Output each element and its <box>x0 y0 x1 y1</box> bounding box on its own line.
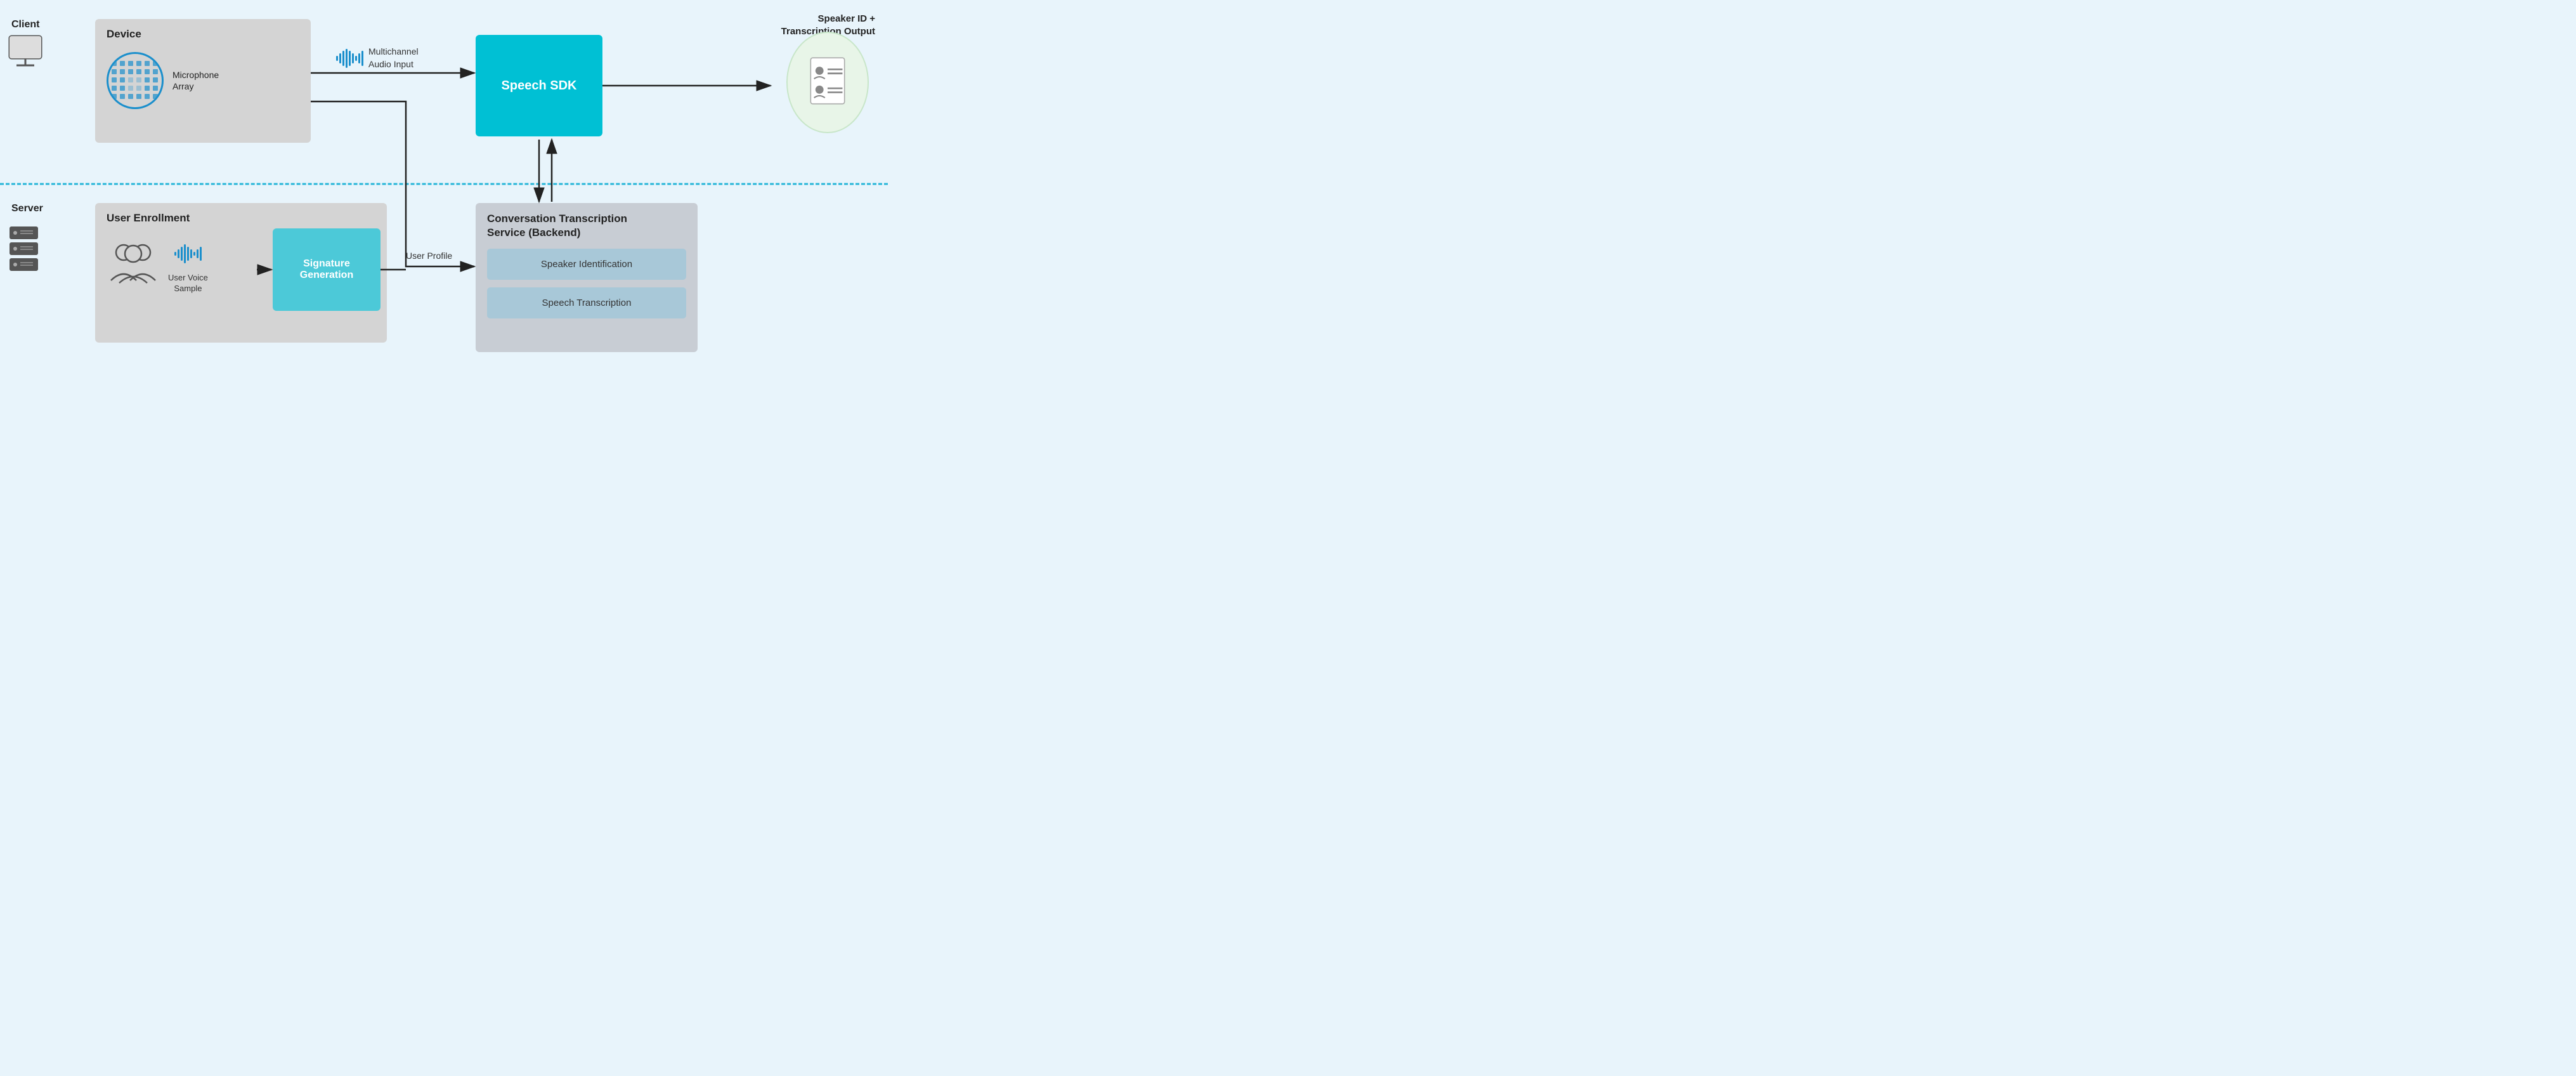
people-icon-area <box>108 241 165 295</box>
speech-sdk-box: Speech SDK <box>476 35 602 136</box>
device-box-title: Device <box>107 28 299 41</box>
voice-sample-area <box>174 244 202 263</box>
waveform-icon <box>336 49 363 68</box>
doc-icon <box>805 56 850 110</box>
speech-sdk-title: Speech SDK <box>502 79 577 93</box>
multichannel-label: MultichannelAudio Input <box>368 46 419 70</box>
diagram: Client Server Device <box>0 0 888 368</box>
sig-gen-box: SignatureGeneration <box>273 228 381 311</box>
sig-gen-title: SignatureGeneration <box>295 258 358 281</box>
server-icon <box>6 225 41 276</box>
mic-circle <box>107 52 164 109</box>
output-box <box>786 32 869 133</box>
zone-divider <box>0 183 888 185</box>
voice-waveform-icon <box>174 244 202 263</box>
user-profile-label: User Profile <box>406 251 452 261</box>
client-label: Client <box>11 19 39 30</box>
enrollment-box-title: User Enrollment <box>107 212 375 225</box>
device-box: Device MicrophoneArray <box>95 19 311 143</box>
speech-transcription-box: Speech Transcription <box>487 287 686 318</box>
mic-array: MicrophoneArray <box>107 52 299 109</box>
client-icon <box>6 35 44 73</box>
server-label: Server <box>11 203 43 214</box>
mic-label: MicrophoneArray <box>172 69 219 92</box>
multichannel-area: MultichannelAudio Input <box>336 46 419 70</box>
speaker-id-box: Speaker Identification <box>487 249 686 280</box>
cts-box-title: Conversation TranscriptionService (Backe… <box>487 212 686 240</box>
voice-sample-label: User VoiceSample <box>168 273 208 294</box>
cts-box: Conversation TranscriptionService (Backe… <box>476 203 698 352</box>
